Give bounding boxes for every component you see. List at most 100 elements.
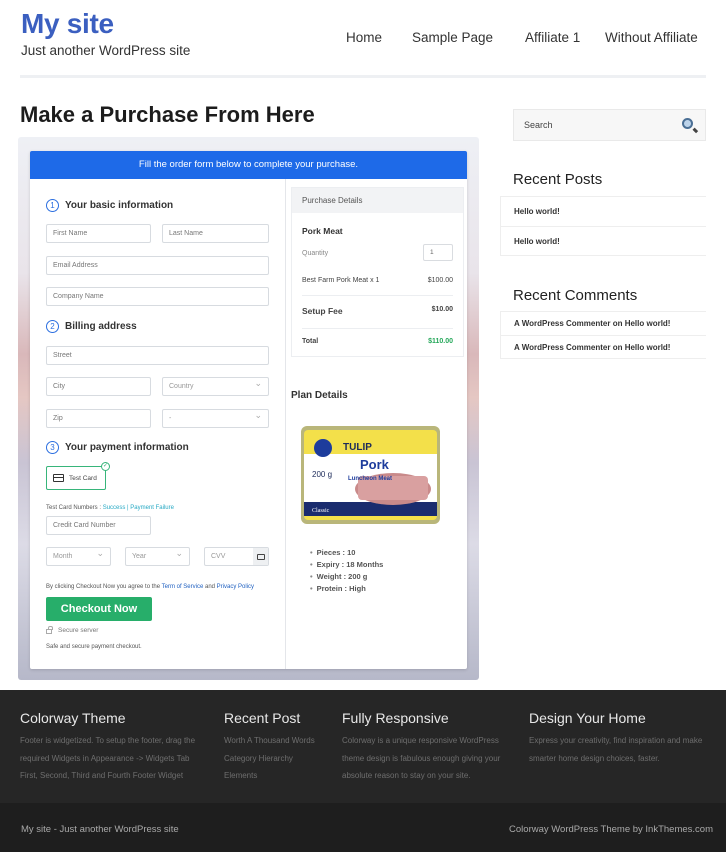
plan-features: Pieces : 10 Expiry : 18 Months Weight : … — [310, 547, 384, 595]
terms-link[interactable]: Term of Service — [162, 584, 204, 590]
footer-post-link[interactable]: Elements — [224, 767, 315, 785]
site-tagline: Just another WordPress site — [21, 43, 191, 58]
card-icon — [253, 548, 268, 565]
nav-without-affiliate[interactable]: Without Affiliate — [605, 30, 698, 45]
brand-text: TULIP — [343, 442, 372, 453]
footer-col-line: absolute reason to stay on your site. — [342, 771, 471, 780]
footer-col-colorway: Colorway Theme Footer is widgetized. To … — [20, 710, 195, 785]
nav-affiliate-1[interactable]: Affiliate 1 — [525, 30, 580, 45]
footer-col-line: theme design is fabulous enough giving y… — [342, 753, 501, 763]
secure-server: Secure server — [46, 626, 99, 634]
recent-comments-list: A WordPress Commenter on Hello world! A … — [500, 311, 706, 359]
recent-posts-list: Hello world! Hello world! — [500, 196, 706, 256]
street-input[interactable]: Street — [46, 346, 269, 365]
year-select[interactable]: Year — [125, 545, 190, 566]
section-title: Your basic information — [65, 200, 174, 211]
lock-icon — [46, 626, 53, 634]
checkmark-icon: ✓ — [101, 462, 110, 471]
privacy-link[interactable]: Privacy Policy — [217, 584, 254, 590]
page-title: Make a Purchase From Here — [20, 102, 315, 127]
feature-item: Expiry : 18 Months — [310, 559, 384, 571]
company-input[interactable]: Company Name — [46, 287, 269, 306]
feature-item: Protein : High — [310, 583, 383, 595]
country-select[interactable]: Country — [162, 375, 269, 396]
test-card-numbers: Test Card Numbers : Success | Payment Fa… — [46, 505, 174, 511]
first-name-input[interactable]: First Name — [46, 224, 151, 243]
footer-col-title: Colorway Theme — [20, 710, 126, 726]
payment-failure-link[interactable]: Payment Failure — [130, 505, 174, 511]
setup-fee-amount: $10.00 — [431, 306, 453, 313]
last-name-input[interactable]: Last Name — [162, 224, 269, 243]
zip-input[interactable]: Zip — [46, 409, 151, 428]
search-icon[interactable] — [682, 118, 693, 129]
footer-post-link[interactable]: Worth A Thousand Words — [224, 732, 315, 750]
section-title: Your payment information — [65, 442, 189, 453]
recent-comment-link[interactable]: A WordPress Commenter on Hello world! — [501, 311, 706, 335]
cvv-input[interactable]: CVV — [204, 547, 269, 566]
footer-theme-credit[interactable]: Colorway WordPress Theme by InkThemes.co… — [509, 824, 713, 835]
card-number-input[interactable]: Credit Card Number — [46, 516, 151, 535]
credit-card-icon — [53, 474, 64, 482]
month-select[interactable]: Month — [46, 545, 111, 566]
footer-col-line: Express your creativity, find inspiratio… — [529, 736, 703, 745]
section-title: Billing address — [65, 321, 137, 332]
recent-comment-link[interactable]: A WordPress Commenter on Hello world! — [501, 335, 706, 359]
brand-badge — [314, 439, 332, 457]
state-select[interactable]: - — [162, 407, 269, 428]
feature-item: Weight : 200 g — [310, 571, 383, 583]
checkout-frame: Fill the order form below to complete yo… — [18, 137, 479, 680]
product-text: Pork — [360, 457, 390, 472]
cvv-placeholder: CVV — [211, 553, 226, 560]
footer-col-line: Colorway is a unique responsive WordPres… — [342, 736, 499, 745]
recent-post-link[interactable]: Hello world! — [501, 196, 706, 226]
product-image: TULIP Pork Luncheon Meat 200 g Classic — [301, 426, 440, 524]
site-title[interactable]: My site — [21, 8, 114, 40]
plan-details-title: Plan Details — [291, 390, 348, 401]
total-label: Total — [302, 338, 319, 345]
footer-site-credit: My site - Just another WordPress site — [21, 824, 179, 835]
email-input[interactable]: Email Address — [46, 256, 269, 275]
feature-item: Pieces : 10 — [310, 547, 383, 559]
footer-bottom-bar: My site - Just another WordPress site Co… — [0, 803, 726, 852]
purchase-details-header: Purchase Details — [292, 188, 463, 213]
nav-sample-page[interactable]: Sample Page — [412, 30, 493, 45]
success-link[interactable]: Success — [103, 505, 126, 511]
recent-comments-title: Recent Comments — [513, 287, 638, 304]
footer-col-line: First, Second, Third and Fourth Footer W… — [20, 771, 184, 780]
total-amount: $110.00 — [428, 338, 453, 345]
footer-col-recent-post: Recent Post Worth A Thousand Words Categ… — [224, 710, 315, 785]
footer-col-line: required Widgets in Appearance -> Widget… — [20, 753, 190, 763]
line-item-label: Best Farm Pork Meat x 1 — [302, 277, 380, 284]
test-card-option[interactable]: Test Card ✓ — [46, 462, 110, 490]
quantity-input[interactable]: 1 — [423, 244, 453, 261]
safe-checkout-text: Safe and secure payment checkout. — [46, 644, 142, 650]
checkout-banner: Fill the order form below to complete yo… — [30, 151, 467, 179]
footer-col-line: smarter home design choices, faster. — [529, 753, 660, 763]
test-card-label: Test Card Numbers : — [46, 505, 103, 511]
setup-fee-row: Setup Fee $10.00 — [302, 306, 453, 316]
recent-post-link[interactable]: Hello world! — [501, 226, 706, 256]
footer-col-line: Footer is widgetized. To setup the foote… — [20, 736, 196, 745]
total-row: Total $110.00 — [302, 338, 453, 345]
divider — [302, 295, 453, 296]
agreement-and: and — [203, 584, 217, 590]
search-input[interactable]: Search — [513, 109, 706, 141]
search-placeholder: Search — [524, 120, 553, 130]
secure-server-label: Secure server — [58, 627, 99, 634]
order-form: 1 Your basic information First Name Last… — [30, 179, 286, 669]
footer-post-link[interactable]: Category Hierarchy — [224, 750, 315, 768]
checkout-now-button[interactable]: Checkout Now — [46, 597, 152, 621]
variant-text: Classic — [312, 508, 330, 514]
step-number-icon: 1 — [46, 199, 59, 212]
nav-home[interactable]: Home — [346, 30, 382, 45]
setup-fee-label: Setup Fee — [302, 306, 343, 316]
recent-posts-title: Recent Posts — [513, 171, 603, 188]
step-number-icon: 2 — [46, 320, 59, 333]
city-input[interactable]: City — [46, 377, 151, 396]
section-payment: 3 Your payment information — [46, 441, 189, 454]
order-summary: Purchase Details Pork Meat Quantity 1 Be… — [286, 179, 467, 669]
footer-col-title: Fully Responsive — [342, 710, 449, 726]
quantity-label: Quantity — [302, 250, 329, 257]
purchase-details: Purchase Details Pork Meat Quantity 1 Be… — [291, 187, 464, 357]
footer-col-title: Design Your Home — [529, 710, 646, 726]
